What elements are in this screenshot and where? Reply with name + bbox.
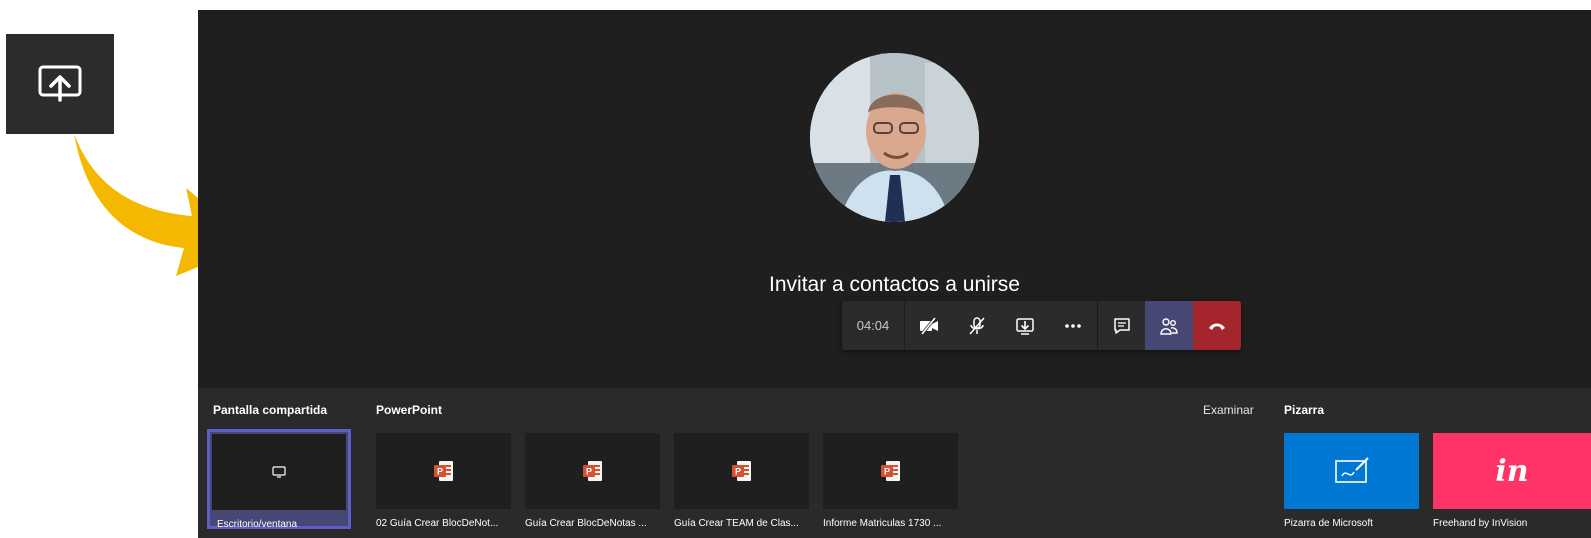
- invision-freehand-label: Freehand by InVision: [1433, 518, 1528, 529]
- chat-icon: [1113, 317, 1130, 334]
- more-options-icon: [1065, 323, 1081, 328]
- desktop-window-tile[interactable]: [207, 429, 351, 529]
- microsoft-whiteboard-label: Pizarra de Microsoft: [1284, 518, 1373, 529]
- meeting-stage: Invitar a contactos a unirse 04:04: [198, 10, 1591, 388]
- share-tray-icon: [1016, 317, 1034, 335]
- powerpoint-file-tile[interactable]: P: [674, 433, 809, 509]
- invision-logo-icon: in: [1495, 453, 1529, 489]
- invision-freehand-tile[interactable]: in: [1433, 433, 1591, 509]
- desktop-window-label: Escritorio/ventana: [217, 519, 298, 530]
- powerpoint-file-tile[interactable]: P: [823, 433, 958, 509]
- hang-up-icon: [1209, 323, 1225, 330]
- whiteboard-icon: [1334, 457, 1369, 483]
- mic-toggle-button[interactable]: [953, 301, 1001, 350]
- svg-text:P: P: [585, 467, 591, 477]
- powerpoint-file-label: 02 Guía Crear BlocDeNot...: [376, 518, 499, 529]
- mic-off-icon: [969, 316, 985, 334]
- participants-button[interactable]: [1145, 301, 1193, 350]
- browse-link[interactable]: Examinar: [1203, 403, 1254, 417]
- participant-photo-icon: [810, 53, 979, 222]
- call-timer: 04:04: [842, 301, 905, 350]
- powerpoint-icon: P: [880, 461, 900, 481]
- participant-avatar: [810, 53, 979, 222]
- powerpoint-icon: P: [582, 461, 602, 481]
- shared-screen-title: Pantalla compartida: [213, 403, 328, 417]
- participants-icon: [1160, 317, 1178, 335]
- monitor-icon: [272, 466, 286, 478]
- share-screen-callout: [6, 34, 114, 134]
- svg-text:P: P: [883, 467, 889, 477]
- svg-text:P: P: [436, 467, 442, 477]
- chat-button[interactable]: [1097, 301, 1145, 350]
- whiteboard-section-title: Pizarra: [1284, 403, 1325, 417]
- camera-toggle-button[interactable]: [905, 301, 953, 350]
- powerpoint-icon: P: [433, 461, 453, 481]
- more-options-button[interactable]: [1049, 301, 1097, 350]
- share-tray: Pantalla compartida PowerPoint Examinar …: [198, 388, 1591, 538]
- camera-off-icon: [920, 316, 938, 335]
- powerpoint-icon: P: [731, 461, 751, 481]
- invite-contacts-link[interactable]: Invitar a contactos a unirse: [198, 273, 1591, 297]
- teams-meeting-window: Invitar a contactos a unirse 04:04 Panta…: [198, 10, 1591, 538]
- hang-up-button[interactable]: [1193, 301, 1241, 350]
- microsoft-whiteboard-tile[interactable]: [1284, 433, 1419, 509]
- share-content-button[interactable]: [1001, 301, 1049, 350]
- powerpoint-file-label: Guía Crear BlocDeNotas ...: [525, 518, 647, 529]
- powerpoint-section-title: PowerPoint: [376, 403, 443, 417]
- powerpoint-file-label: Guía Crear TEAM de Clas...: [674, 518, 799, 529]
- powerpoint-file-label: Informe Matriculas 1730 ...: [823, 518, 942, 529]
- svg-text:P: P: [734, 467, 740, 477]
- call-controls-bar: 04:04: [842, 301, 1241, 350]
- share-screen-icon: [38, 65, 82, 102]
- powerpoint-file-tile[interactable]: P: [525, 433, 660, 509]
- powerpoint-file-tile[interactable]: P: [376, 433, 511, 509]
